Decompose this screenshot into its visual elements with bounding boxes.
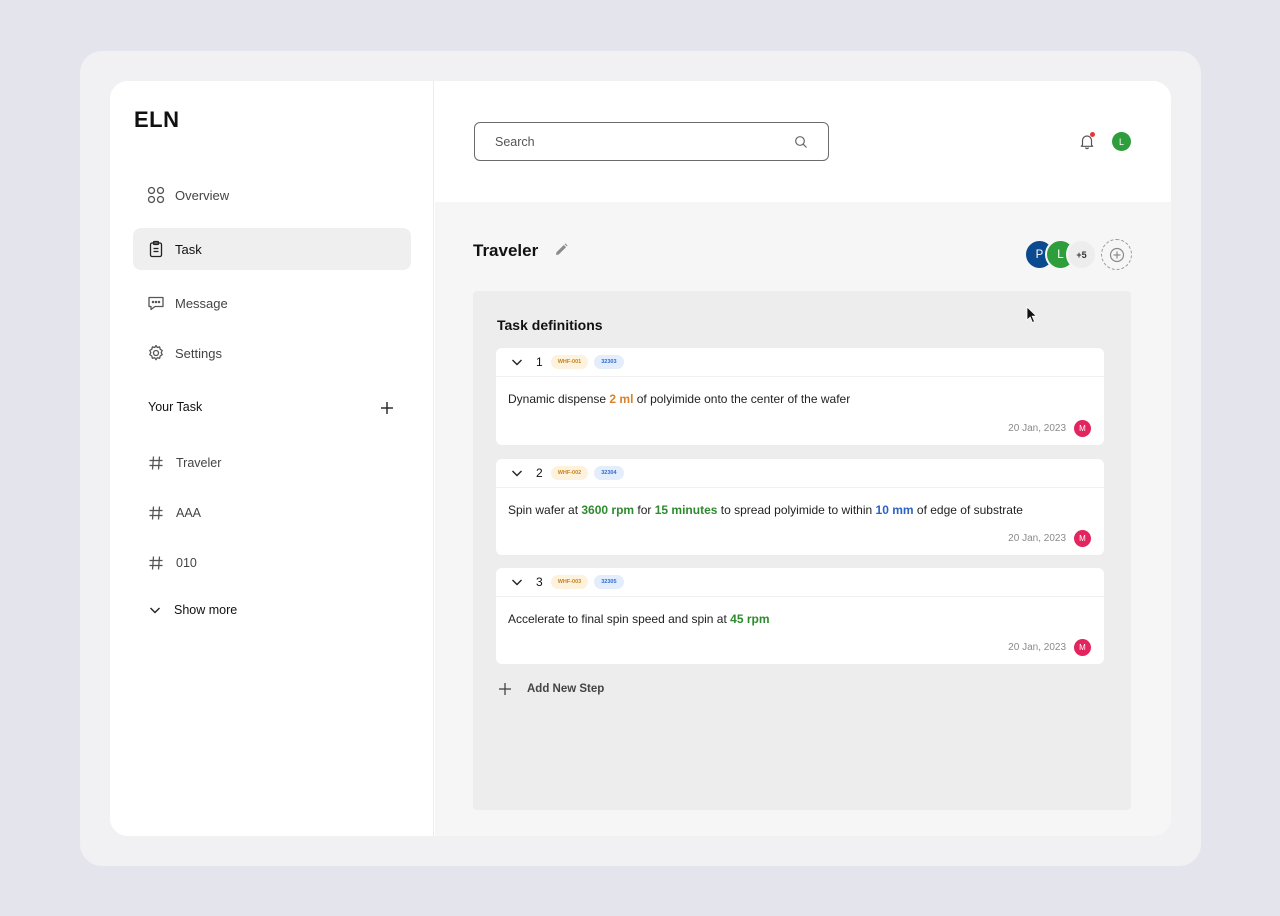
step-tag: WHF-001 <box>550 355 589 369</box>
channel-item-traveler[interactable]: Traveler <box>148 453 221 473</box>
main-content: L Traveler P L +5 Task definitions <box>435 81 1171 836</box>
edit-title-button[interactable] <box>553 242 569 258</box>
search-input[interactable] <box>495 133 785 151</box>
channel-item-aaa[interactable]: AAA <box>148 503 201 523</box>
clipboard-icon <box>147 240 165 258</box>
step-description: Spin wafer at 3600 rpm for 15 minutes to… <box>508 503 1023 517</box>
app-logo: ELN <box>134 107 180 132</box>
sidebar-item-task[interactable]: Task <box>133 228 411 270</box>
add-new-step-button[interactable]: Add New Step <box>498 682 604 696</box>
chat-icon <box>147 294 165 312</box>
search-box <box>474 122 829 161</box>
collapse-step-button[interactable] <box>510 355 524 369</box>
page-title: Traveler <box>473 241 539 260</box>
sidebar-item-settings[interactable]: Settings <box>133 332 411 374</box>
channel-label: AAA <box>176 506 202 520</box>
chevron-down-icon <box>512 470 522 477</box>
step-description: Dynamic dispense 2 ml of polyimide onto … <box>508 392 851 406</box>
step-tag: 32305 <box>594 575 624 589</box>
step-header: 3 WHF-003 32305 <box>496 568 1104 597</box>
hash-icon <box>149 556 163 570</box>
hash-icon <box>149 506 163 520</box>
sidebar-item-label: Overview <box>175 187 230 203</box>
add-task-button[interactable] <box>378 399 396 417</box>
step-value: 15 minutes <box>654 503 718 517</box>
task-step[interactable]: 1 WHF-001 32303 Dynamic dispense 2 ml of… <box>496 348 1104 445</box>
step-value: 10 mm <box>875 503 914 517</box>
your-task-heading: Your Task <box>148 400 203 414</box>
plus-circle-icon <box>1109 247 1124 262</box>
step-tag: WHF-002 <box>550 466 589 480</box>
sidebar: ELN Overview Task Message Settings Your … <box>110 81 434 836</box>
channel-label: 010 <box>176 556 197 570</box>
channel-item-010[interactable]: 010 <box>148 553 197 573</box>
pencil-icon <box>556 243 568 255</box>
sidebar-item-overview[interactable]: Overview <box>133 174 411 216</box>
sidebar-item-label: Task <box>175 241 202 257</box>
mouse-cursor-icon <box>1026 306 1038 324</box>
search-icon[interactable] <box>794 135 808 149</box>
step-number: 3 <box>536 575 543 589</box>
step-value: 45 rpm <box>730 612 770 626</box>
step-description: Accelerate to final spin speed and spin … <box>508 612 770 626</box>
step-tag: WHF-003 <box>550 575 589 589</box>
step-header: 2 WHF-002 32304 <box>496 459 1104 488</box>
task-step[interactable]: 2 WHF-002 32304 Spin wafer at 3600 rpm f… <box>496 459 1104 555</box>
sidebar-item-label: Message <box>175 295 228 311</box>
app-window: ELN Overview Task Message Settings Your … <box>110 81 1171 836</box>
chevron-down-icon <box>512 579 522 586</box>
step-number: 2 <box>536 466 543 480</box>
add-member-button[interactable] <box>1101 239 1132 270</box>
top-bar: L <box>435 81 1171 202</box>
hash-icon <box>149 456 163 470</box>
step-header: 1 WHF-001 32303 <box>496 348 1104 377</box>
grid-icon <box>147 186 165 204</box>
step-tag: 32304 <box>594 466 624 480</box>
user-avatar[interactable]: L <box>1112 132 1131 151</box>
show-more-label: Show more <box>174 603 238 617</box>
plus-icon <box>499 683 511 695</box>
panel-title: Task definitions <box>497 317 603 333</box>
step-value: 2 ml <box>609 392 634 406</box>
notification-dot <box>1090 132 1095 137</box>
chevron-down-icon <box>150 607 160 614</box>
step-date: 20 Jan, 2023 <box>1008 423 1066 434</box>
channel-label: Traveler <box>176 456 222 470</box>
step-user-avatar[interactable]: M <box>1074 420 1091 437</box>
notification-button[interactable] <box>1078 132 1096 150</box>
add-step-label: Add New Step <box>527 683 605 695</box>
collapse-step-button[interactable] <box>510 466 524 480</box>
sidebar-item-message[interactable]: Message <box>133 282 411 324</box>
step-date: 20 Jan, 2023 <box>1008 533 1066 544</box>
task-definitions-panel: Task definitions 1 WHF-001 32303 Dynamic… <box>473 291 1131 810</box>
show-more-button[interactable]: Show more <box>148 603 237 617</box>
chevron-down-icon <box>512 359 522 366</box>
step-value: 3600 rpm <box>581 503 635 517</box>
step-user-avatar[interactable]: M <box>1074 639 1091 656</box>
more-members-badge[interactable]: +5 <box>1066 239 1097 270</box>
step-tag: 32303 <box>594 355 624 369</box>
step-number: 1 <box>536 355 543 369</box>
collapse-step-button[interactable] <box>510 575 524 589</box>
plus-icon <box>381 402 393 414</box>
task-step[interactable]: 3 WHF-003 32305 Accelerate to final spin… <box>496 568 1104 664</box>
gear-icon <box>147 344 165 362</box>
step-date: 20 Jan, 2023 <box>1008 642 1066 653</box>
sidebar-item-label: Settings <box>175 345 222 361</box>
step-user-avatar[interactable]: M <box>1074 530 1091 547</box>
